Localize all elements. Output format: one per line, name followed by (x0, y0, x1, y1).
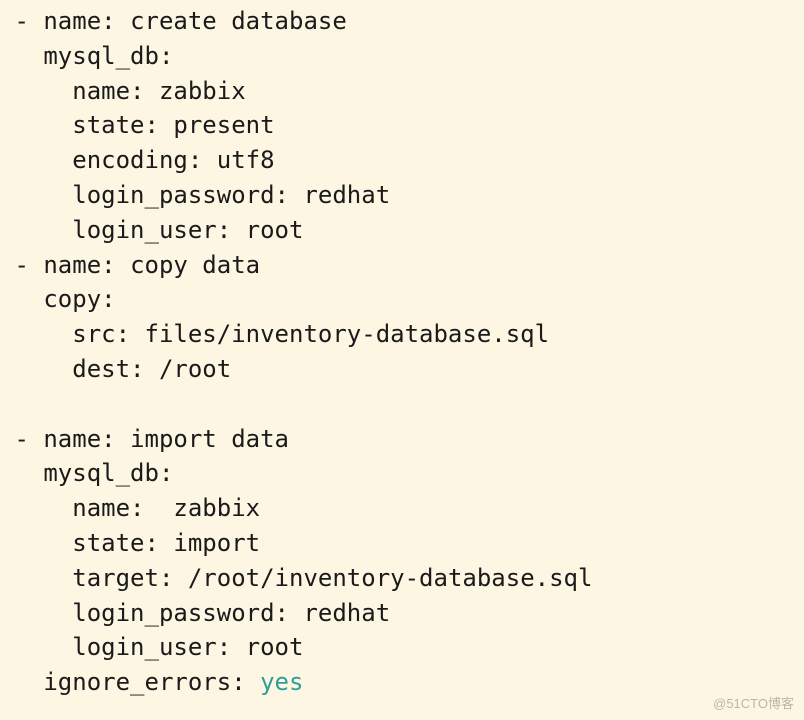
indent (0, 633, 72, 661)
yaml-key: name: (43, 425, 115, 453)
separator (289, 181, 303, 209)
code-line: target: /root/inventory-database.sql (0, 561, 804, 596)
separator (289, 599, 303, 627)
indent (0, 459, 43, 487)
code-line: src: files/inventory-database.sql (0, 317, 804, 352)
indent (0, 564, 72, 592)
yaml-value: root (246, 633, 304, 661)
indent (0, 7, 14, 35)
code-line: ignore_errors: yes (0, 665, 804, 700)
code-line: encoding: utf8 (0, 143, 804, 178)
separator (231, 216, 245, 244)
code-line: - name: create database (0, 4, 804, 39)
indent (0, 285, 43, 313)
yaml-value: root (246, 216, 304, 244)
yaml-key: copy: (43, 285, 115, 313)
yaml-value: yes (260, 668, 303, 696)
yaml-key: name: (72, 494, 144, 522)
yaml-key: mysql_db: (43, 459, 173, 487)
code-line: mysql_db: (0, 39, 804, 74)
indent (0, 355, 72, 383)
code-line: copy: (0, 282, 804, 317)
yaml-key: mysql_db: (43, 42, 173, 70)
code-line: - name: copy data (0, 248, 804, 283)
yaml-key: src: (72, 320, 130, 348)
yaml-dash: - (14, 425, 43, 453)
yaml-key: state: (72, 529, 159, 557)
code-line (0, 387, 804, 422)
separator (231, 633, 245, 661)
code-line: state: import (0, 526, 804, 561)
separator (145, 355, 159, 383)
code-line: login_user: root (0, 213, 804, 248)
code-line: state: present (0, 108, 804, 143)
separator (159, 111, 173, 139)
separator (130, 320, 144, 348)
separator (116, 7, 130, 35)
indent (0, 216, 72, 244)
separator (246, 668, 260, 696)
separator (159, 529, 173, 557)
yaml-key: name: (43, 7, 115, 35)
yaml-code-block: - name: create database mysql_db: name: … (0, 0, 804, 700)
yaml-value: files/inventory-database.sql (145, 320, 550, 348)
code-line: dest: /root (0, 352, 804, 387)
separator (145, 494, 174, 522)
separator (116, 425, 130, 453)
code-line: mysql_db: (0, 456, 804, 491)
yaml-key: name: (43, 251, 115, 279)
indent (0, 146, 72, 174)
separator (202, 146, 216, 174)
yaml-key: login_password: (72, 181, 289, 209)
code-line: name: zabbix (0, 74, 804, 109)
yaml-value: create database (130, 7, 347, 35)
indent (0, 599, 72, 627)
yaml-key: ignore_errors: (43, 668, 245, 696)
indent (0, 425, 14, 453)
separator (173, 564, 187, 592)
yaml-dash: - (14, 251, 43, 279)
indent (0, 77, 72, 105)
yaml-key: state: (72, 111, 159, 139)
code-line: login_password: redhat (0, 596, 804, 631)
yaml-value: redhat (303, 181, 390, 209)
indent (0, 668, 43, 696)
yaml-value: import (173, 529, 260, 557)
yaml-value: copy data (130, 251, 260, 279)
indent (0, 181, 72, 209)
watermark-text: @51CTO博客 (713, 695, 794, 714)
yaml-key: login_user: (72, 216, 231, 244)
indent (0, 251, 14, 279)
yaml-key: login_password: (72, 599, 289, 627)
yaml-key: target: (72, 564, 173, 592)
yaml-value: import data (130, 425, 289, 453)
code-line: login_user: root (0, 630, 804, 665)
yaml-value: zabbix (173, 494, 260, 522)
yaml-key: name: (72, 77, 144, 105)
yaml-value: present (173, 111, 274, 139)
yaml-value: utf8 (217, 146, 275, 174)
indent (0, 494, 72, 522)
yaml-key: login_user: (72, 633, 231, 661)
yaml-dash: - (14, 7, 43, 35)
yaml-key: encoding: (72, 146, 202, 174)
code-line: login_password: redhat (0, 178, 804, 213)
indent (0, 111, 72, 139)
indent (0, 529, 72, 557)
code-line: name: zabbix (0, 491, 804, 526)
yaml-value: /root (159, 355, 231, 383)
separator (116, 251, 130, 279)
yaml-value: zabbix (159, 77, 246, 105)
indent (0, 42, 43, 70)
yaml-value: /root/inventory-database.sql (188, 564, 593, 592)
separator (145, 77, 159, 105)
code-line: - name: import data (0, 422, 804, 457)
yaml-value: redhat (303, 599, 390, 627)
yaml-key: dest: (72, 355, 144, 383)
indent (0, 320, 72, 348)
